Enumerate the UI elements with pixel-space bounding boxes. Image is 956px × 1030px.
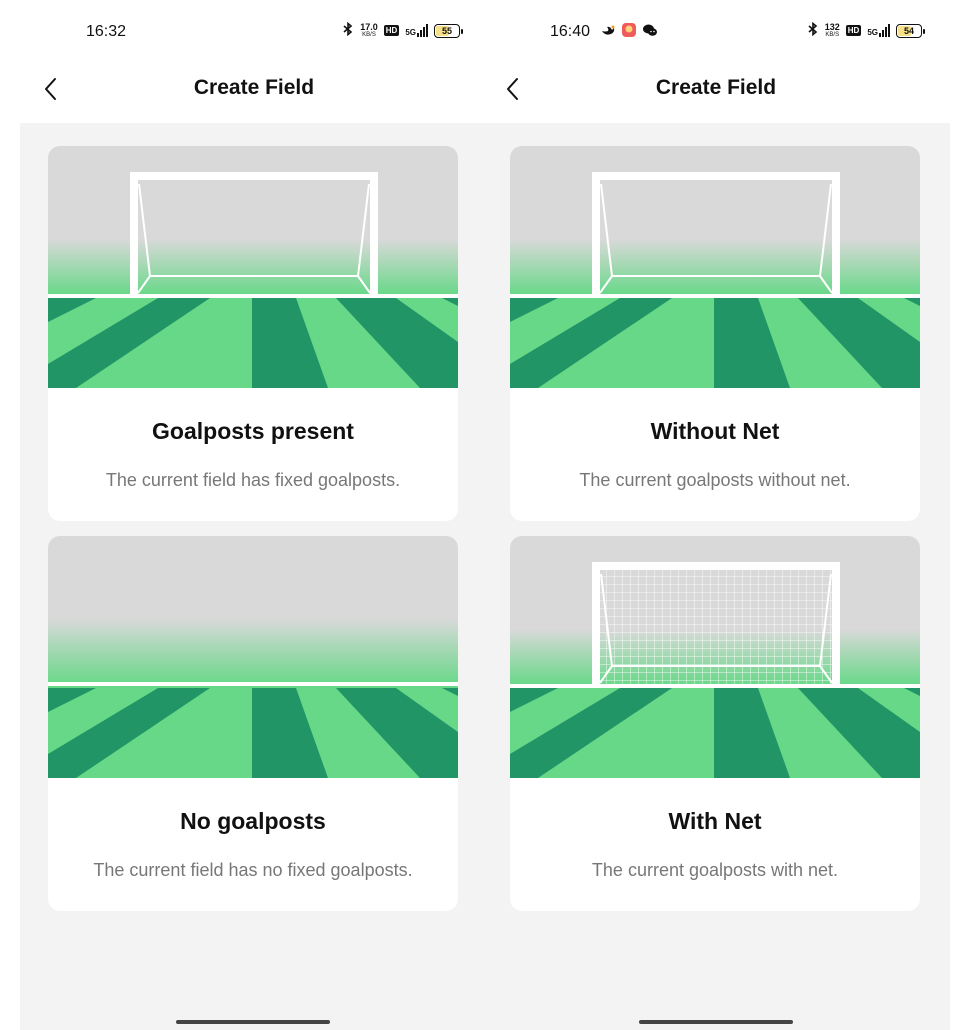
home-indicator[interactable] (176, 1020, 330, 1024)
goal-without-net-illustration (48, 146, 458, 388)
bluetooth-icon (342, 21, 354, 39)
page-title: Create Field (193, 76, 315, 99)
network-speed: 17.0 KB/S (360, 21, 378, 38)
status-bar: 16:32 17.0 KB/S HD 5G 55 (20, 0, 488, 62)
right-phone-screen: 16:40 132 KB/S HD 5G 54 Create Field Wit… (482, 0, 950, 1030)
red-app-icon (621, 22, 637, 38)
option-card-no-goalposts[interactable]: No goalposts The current field has no fi… (48, 536, 458, 911)
card-description: The current goalposts without net. (579, 470, 851, 490)
top-bar: 16:40 132 KB/S HD 5G 54 Create Field (482, 0, 950, 123)
card-title: Without Net (650, 418, 780, 444)
option-card-without-net[interactable]: Without Net The current goalposts withou… (510, 146, 920, 521)
status-icons: 17.0 KB/S HD 5G 55 (342, 21, 463, 39)
signal-icon: 5G (867, 24, 890, 37)
network-speed: 132 KB/S (824, 21, 840, 38)
card-title: With Net (668, 808, 762, 834)
card-description: The current field has fixed goalposts. (105, 470, 401, 490)
card-description: The current field has no fixed goalposts… (93, 860, 413, 880)
option-card-with-net[interactable]: With Net The current goalposts with net. (510, 536, 920, 911)
card-description: The current goalposts with net. (591, 860, 839, 880)
goal-with-net-illustration (510, 536, 920, 778)
status-bar: 16:40 132 KB/S HD 5G 54 (482, 0, 950, 62)
bluetooth-icon (807, 21, 819, 39)
hd-icon: HD (845, 25, 862, 36)
card-title: Goalposts present (152, 418, 354, 444)
battery-icon: 55 (434, 23, 463, 38)
wechat-icon (642, 22, 658, 38)
signal-icon: 5G (405, 24, 428, 37)
nav-bar: Create Field (482, 62, 950, 123)
status-icons: 132 KB/S HD 5G 54 (807, 21, 925, 39)
card-title: No goalposts (180, 808, 326, 834)
swan-icon (600, 22, 616, 38)
status-time: 16:32 (86, 23, 127, 40)
home-indicator[interactable] (639, 1020, 793, 1024)
nav-bar: Create Field (20, 62, 488, 123)
empty-field-illustration (48, 536, 458, 778)
battery-icon: 54 (896, 23, 925, 38)
status-time: 16:40 (550, 23, 591, 40)
top-bar: 16:32 17.0 KB/S HD 5G 55 Create Field (20, 0, 488, 123)
notification-icons (600, 22, 658, 38)
goal-without-net-illustration (510, 146, 920, 388)
page-title: Create Field (655, 76, 777, 99)
option-card-goalposts-present[interactable]: Goalposts present The current field has … (48, 146, 458, 521)
left-phone-screen: 16:32 17.0 KB/S HD 5G 55 Create Field Go… (20, 0, 488, 1030)
hd-icon: HD (383, 25, 400, 36)
